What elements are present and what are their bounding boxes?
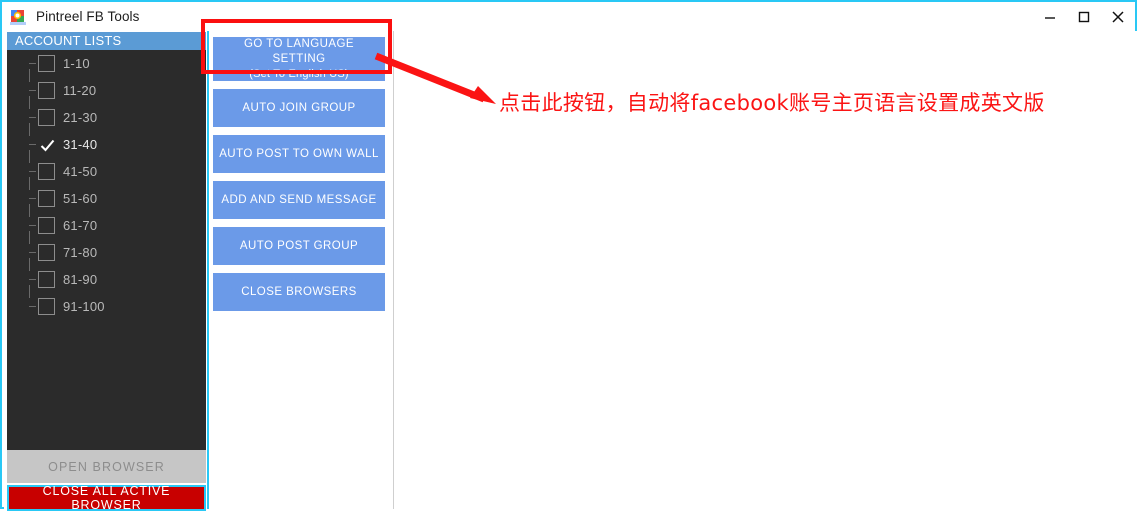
action-label: AUTO POST GROUP: [239, 239, 359, 252]
account-lists-sidebar: ACCOUNT LISTS 1-10 11-20 21-30 31-40 41-…: [4, 31, 209, 512]
list-item-label: 11-20: [63, 83, 97, 98]
list-item[interactable]: 31-40: [7, 131, 206, 163]
tree-dash-icon: [29, 117, 36, 118]
tree-dash-icon: [29, 63, 36, 64]
list-item-label: 21-30: [63, 110, 98, 125]
annotation-text: 点击此按钮，自动将facebook账号主页语言设置成英文版: [499, 91, 1045, 115]
application-window: Pintreel FB Tools ACCOUNT LISTS 1-10 11-…: [0, 0, 1137, 512]
list-item[interactable]: 41-50: [7, 158, 206, 190]
checkbox-checked-icon[interactable]: [38, 136, 55, 153]
list-item-label: 61-70: [63, 218, 98, 233]
tree-dash-icon: [29, 90, 36, 91]
close-icon[interactable]: [1101, 2, 1135, 31]
action-label: CLOSE BROWSERS: [241, 285, 357, 298]
list-item-label: 51-60: [63, 191, 98, 206]
action-label: AUTO JOIN GROUP: [242, 101, 356, 114]
title-bar: Pintreel FB Tools: [2, 2, 1135, 31]
checkbox-icon[interactable]: [38, 109, 55, 126]
checkbox-icon[interactable]: [38, 190, 55, 207]
window-title: Pintreel FB Tools: [36, 9, 140, 24]
checkbox-icon[interactable]: [38, 244, 55, 261]
actions-panel: GO TO LANGUAGE SETTING (Set To English U…: [209, 31, 394, 509]
close-all-active-browser-button[interactable]: CLOSE ALL ACTIVE BROWSER: [7, 484, 206, 512]
list-item[interactable]: 11-20: [7, 77, 206, 109]
action-label: AUTO POST TO OWN WALL: [219, 147, 379, 160]
action-sublabel: (Set To English US): [249, 67, 349, 80]
tree-dash-icon: [29, 198, 36, 199]
window-controls: [1033, 2, 1135, 31]
tree-dash-icon: [29, 306, 36, 307]
open-browser-button[interactable]: OPEN BROWSER: [7, 450, 206, 483]
tree-dash-icon: [29, 171, 36, 172]
list-item[interactable]: 91-100: [7, 293, 206, 320]
list-item[interactable]: 61-70: [7, 212, 206, 244]
checkbox-icon[interactable]: [38, 217, 55, 234]
checkbox-icon[interactable]: [38, 271, 55, 288]
go-to-language-setting-button[interactable]: GO TO LANGUAGE SETTING (Set To English U…: [213, 37, 385, 81]
tree-dash-icon: [29, 225, 36, 226]
auto-post-group-button[interactable]: AUTO POST GROUP: [213, 227, 385, 265]
list-item[interactable]: 1-10: [7, 50, 206, 82]
account-list-tree[interactable]: 1-10 11-20 21-30 31-40 41-50 51-60 61-70…: [7, 50, 206, 450]
list-item-label: 71-80: [63, 245, 98, 260]
list-item[interactable]: 71-80: [7, 239, 206, 271]
sidebar-header: ACCOUNT LISTS: [7, 32, 206, 50]
list-item-label: 91-100: [63, 299, 105, 314]
action-label: GO TO LANGUAGE SETTING: [243, 37, 355, 65]
list-item[interactable]: 21-30: [7, 104, 206, 136]
auto-post-to-own-wall-button[interactable]: AUTO POST TO OWN WALL: [213, 135, 385, 173]
close-browsers-button[interactable]: CLOSE BROWSERS: [213, 273, 385, 311]
list-item-label: 41-50: [63, 164, 98, 179]
action-label: ADD AND SEND MESSAGE: [221, 193, 377, 206]
list-item-label: 81-90: [63, 272, 98, 287]
list-item-label: 1-10: [63, 56, 90, 71]
tree-dash-icon: [29, 144, 36, 145]
add-and-send-message-button[interactable]: ADD AND SEND MESSAGE: [213, 181, 385, 219]
tree-dash-icon: [29, 252, 36, 253]
maximize-icon[interactable]: [1067, 2, 1101, 31]
checkbox-icon[interactable]: [38, 55, 55, 72]
list-item[interactable]: 51-60: [7, 185, 206, 217]
app-logo-icon: [9, 8, 27, 26]
checkbox-icon[interactable]: [38, 82, 55, 99]
tree-dash-icon: [29, 279, 36, 280]
checkbox-icon[interactable]: [38, 163, 55, 180]
minimize-icon[interactable]: [1033, 2, 1067, 31]
list-item-label: 31-40: [63, 137, 98, 152]
auto-join-group-button[interactable]: AUTO JOIN GROUP: [213, 89, 385, 127]
checkbox-icon[interactable]: [38, 298, 55, 315]
list-item[interactable]: 81-90: [7, 266, 206, 298]
